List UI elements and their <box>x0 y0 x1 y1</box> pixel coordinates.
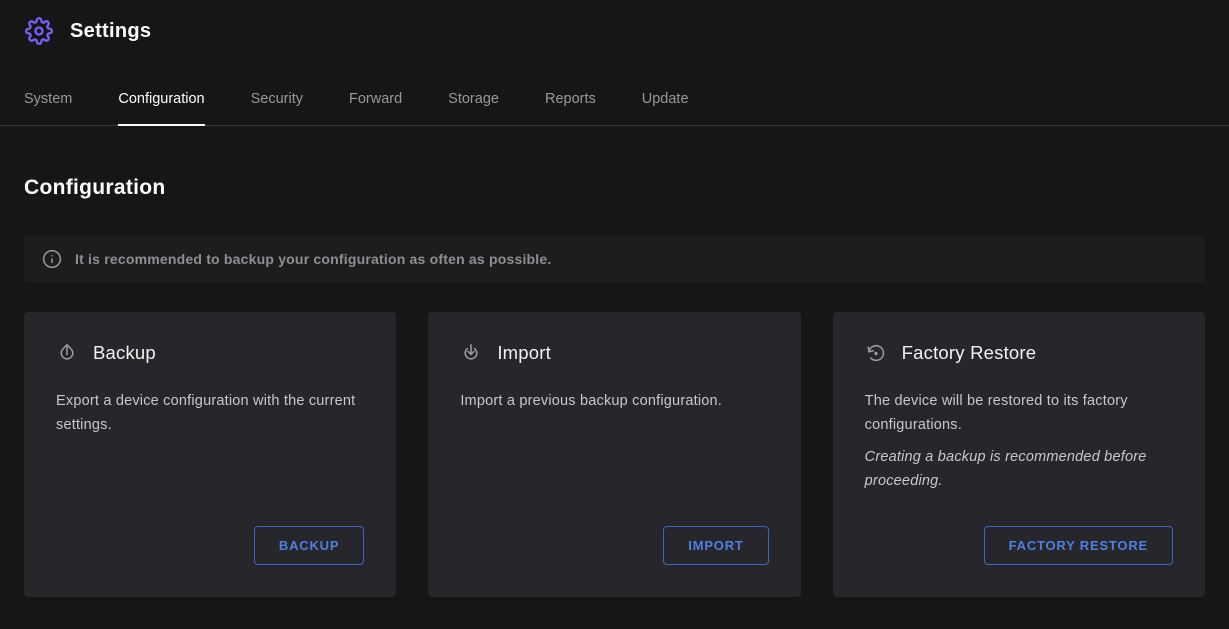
import-card-description: Import a previous backup configuration. <box>460 390 768 414</box>
import-card-title: Import <box>497 342 551 364</box>
import-download-icon <box>460 342 482 364</box>
factory-restore-card-title: Factory Restore <box>902 342 1037 364</box>
settings-gear-icon <box>24 16 54 46</box>
factory-restore-card-description: The device will be restored to its facto… <box>865 390 1173 438</box>
app-header: Settings <box>0 0 1229 46</box>
backup-button[interactable]: BACKUP <box>254 526 364 565</box>
tab-update[interactable]: Update <box>642 91 689 125</box>
backup-card-header: Backup <box>56 342 364 364</box>
backup-card-description: Export a device configuration with the c… <box>56 390 364 438</box>
backup-export-icon <box>56 342 78 364</box>
factory-restore-card-header: Factory Restore <box>865 342 1173 364</box>
info-icon <box>42 249 62 269</box>
backup-card-title: Backup <box>93 342 156 364</box>
settings-tabbar: System Configuration Security Forward St… <box>0 91 1229 126</box>
info-banner: It is recommended to backup your configu… <box>24 236 1205 282</box>
info-banner-text: It is recommended to backup your configu… <box>75 251 551 267</box>
tab-reports[interactable]: Reports <box>545 91 596 125</box>
factory-restore-card: Factory Restore The device will be resto… <box>833 312 1205 597</box>
factory-restore-card-note: Creating a backup is recommended before … <box>865 446 1173 494</box>
factory-restore-card-actions: FACTORY RESTORE <box>865 526 1173 565</box>
tab-configuration[interactable]: Configuration <box>118 91 204 125</box>
import-card-header: Import <box>460 342 768 364</box>
import-button[interactable]: IMPORT <box>663 526 768 565</box>
backup-card-actions: BACKUP <box>56 526 364 565</box>
page-title: Settings <box>70 20 151 43</box>
tab-storage[interactable]: Storage <box>448 91 499 125</box>
import-card: Import Import a previous backup configur… <box>428 312 800 597</box>
tab-security[interactable]: Security <box>251 91 303 125</box>
backup-card: Backup Export a device configuration wit… <box>24 312 396 597</box>
tab-system[interactable]: System <box>24 91 72 125</box>
tab-forward[interactable]: Forward <box>349 91 402 125</box>
factory-restore-timer-icon <box>865 342 887 364</box>
configuration-cards: Backup Export a device configuration wit… <box>24 312 1205 597</box>
section-heading: Configuration <box>24 176 1205 200</box>
import-card-actions: IMPORT <box>460 526 768 565</box>
factory-restore-button[interactable]: FACTORY RESTORE <box>984 526 1173 565</box>
